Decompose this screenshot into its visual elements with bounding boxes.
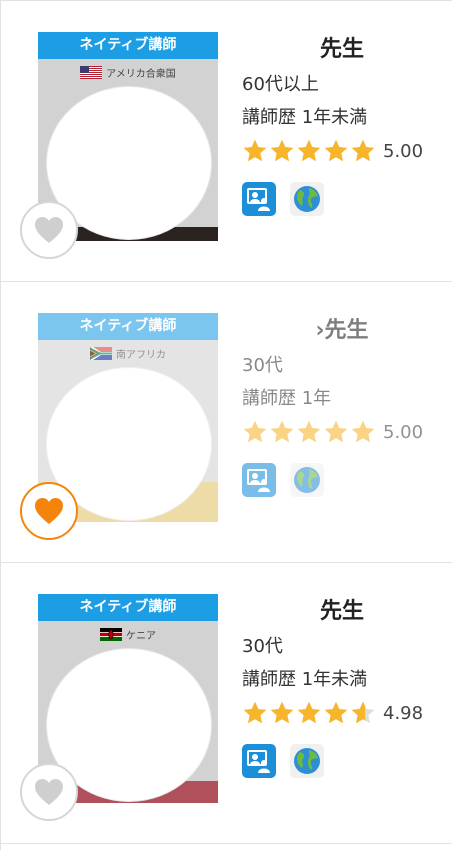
country-name: ケニア (126, 631, 156, 642)
country-label: ケニア (38, 627, 218, 642)
south-africa-flag-icon (90, 347, 112, 360)
favorite-button[interactable] (20, 201, 78, 259)
lesson-icons (242, 744, 442, 778)
country-name: 南アフリカ (116, 350, 166, 361)
teacher-age: 30代 (242, 355, 283, 376)
star-icon (270, 420, 294, 443)
teacher-age: 30代 (242, 636, 283, 657)
teacher-card[interactable]: ネイティブ講師 アメリカ合衆国 先生 60代以上 講師歴 1年未満 5.00 (1, 1, 452, 282)
video-lesson-icon (242, 463, 276, 497)
star-icon (297, 701, 321, 724)
star-icon (297, 139, 321, 162)
teacher-list: ネイティブ講師 アメリカ合衆国 先生 60代以上 講師歴 1年未満 5.00 ネ… (0, 0, 452, 850)
star-icon (324, 420, 348, 443)
lesson-icons (242, 463, 442, 497)
teacher-card[interactable]: ネイティブ講師 ケニア 先生 30代 講師歴 1年未満 4.98 (1, 563, 452, 844)
star-icon (351, 420, 375, 443)
teacher-card[interactable]: ネイティブ講師 南アフリカ ›先生 30代 講師歴 1年 5.00 (1, 282, 452, 563)
star-icon (351, 139, 375, 162)
star-icon (324, 701, 348, 724)
teacher-name[interactable]: ›先生 (242, 312, 442, 344)
star-icon (243, 701, 267, 724)
favorite-button[interactable] (20, 482, 78, 540)
globe-icon (290, 463, 324, 497)
favorite-button[interactable] (20, 763, 78, 821)
kenya-flag-icon (100, 628, 122, 641)
teacher-experience: 講師歴 1年未満 (242, 669, 368, 690)
native-teacher-badge: ネイティブ講師 (38, 594, 218, 621)
teacher-info: 先生 30代 講師歴 1年未満 4.98 (242, 593, 442, 778)
star-icon (270, 139, 294, 162)
heart-icon (35, 779, 63, 805)
video-lesson-icon (242, 182, 276, 216)
star-icon (243, 420, 267, 443)
globe-icon (290, 182, 324, 216)
rating-score: 5.00 (383, 140, 424, 162)
rating-score: 5.00 (383, 421, 424, 443)
heart-icon (35, 217, 63, 243)
country-name: アメリカ合衆国 (106, 69, 176, 80)
teacher-experience: 講師歴 1年未満 (242, 107, 368, 128)
teacher-age: 60代以上 (242, 74, 319, 95)
country-label: 南アフリカ (38, 346, 218, 361)
star-icon (324, 139, 348, 162)
teacher-name[interactable]: 先生 (242, 31, 442, 63)
rating-score: 4.98 (383, 702, 424, 724)
star-icon (297, 420, 321, 443)
globe-icon (290, 744, 324, 778)
rating: 5.00 (242, 138, 442, 164)
video-lesson-icon (242, 744, 276, 778)
star-icon (270, 701, 294, 724)
teacher-info: ›先生 30代 講師歴 1年 5.00 (242, 312, 442, 497)
star-icon (243, 139, 267, 162)
teacher-info: 先生 60代以上 講師歴 1年未満 5.00 (242, 31, 442, 216)
native-teacher-badge: ネイティブ講師 (38, 32, 218, 59)
rating: 4.98 (242, 700, 442, 726)
rating: 5.00 (242, 419, 442, 445)
native-teacher-badge: ネイティブ講師 (38, 313, 218, 340)
us-flag-icon (80, 66, 103, 79)
heart-icon (35, 498, 63, 524)
lesson-icons (242, 182, 442, 216)
teacher-experience: 講師歴 1年 (242, 388, 332, 409)
half-star-icon (351, 701, 375, 724)
teacher-name[interactable]: 先生 (242, 593, 442, 625)
country-label: アメリカ合衆国 (38, 65, 218, 80)
